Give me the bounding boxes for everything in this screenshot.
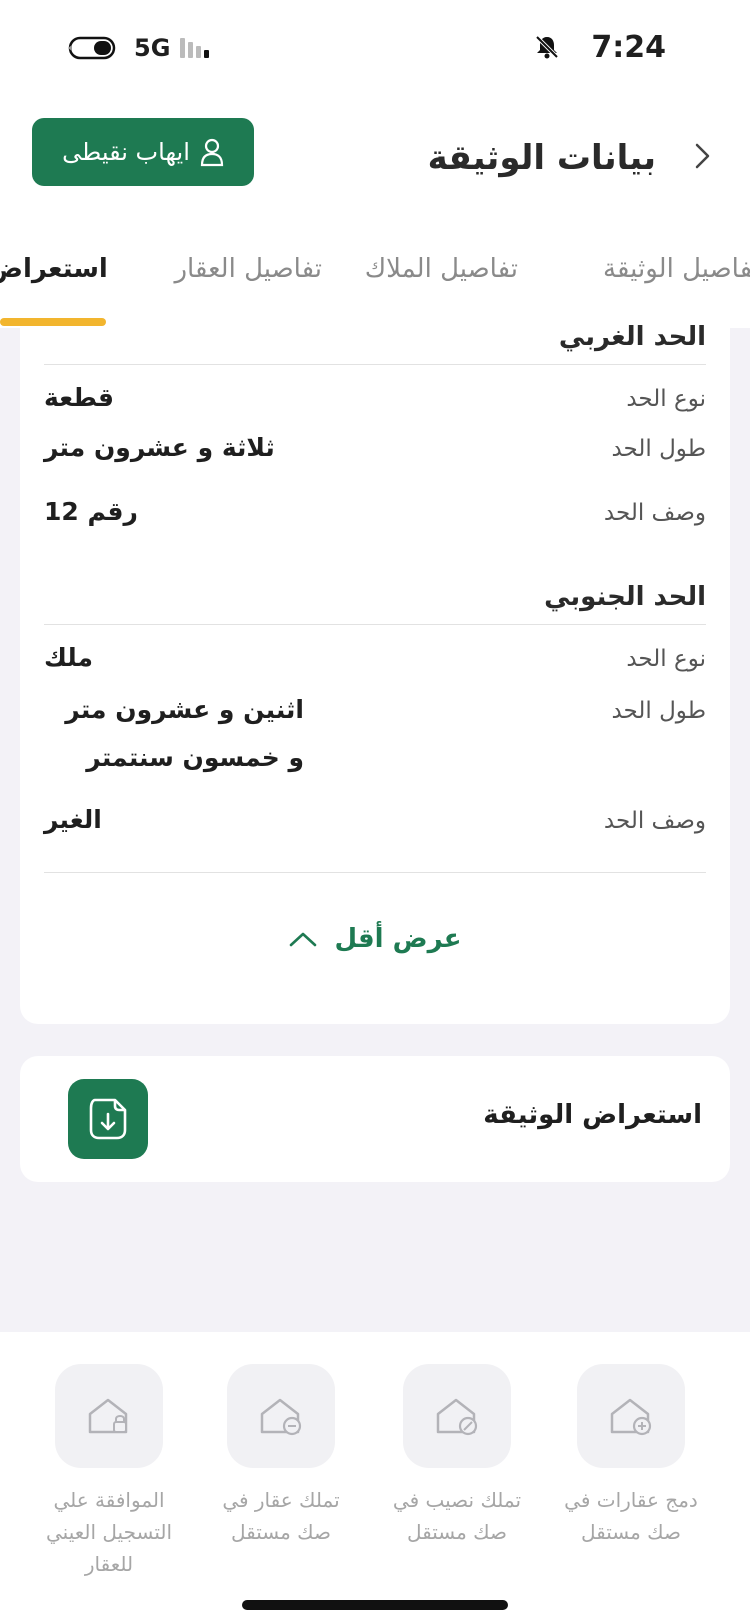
south-type-label: نوع الحد bbox=[626, 646, 706, 672]
house-lock-icon bbox=[55, 1364, 163, 1468]
south-length-label: طول الحد bbox=[611, 698, 706, 724]
show-less-button[interactable]: عرض أقل bbox=[20, 924, 730, 954]
tab-review[interactable]: استعراض bbox=[0, 254, 108, 284]
active-tab-indicator bbox=[0, 318, 106, 326]
action-register-label: الموافقة علي التسجيل العيني للعقار bbox=[45, 1488, 172, 1576]
south-length-value: اثنين و عشرون متر و خمسون سنتمتر bbox=[65, 695, 304, 772]
borders-card: الحد الغربي نوع الحد قطعة طول الحد ثلاثة… bbox=[20, 322, 730, 1024]
network-label: 5G bbox=[134, 34, 171, 62]
action-register-approval[interactable]: الموافقة علي التسجيل العيني للعقار bbox=[24, 1364, 194, 1580]
file-download-icon bbox=[89, 1098, 127, 1140]
battery-icon bbox=[68, 36, 116, 60]
divider bbox=[44, 364, 706, 365]
user-icon bbox=[200, 138, 223, 167]
divider bbox=[44, 872, 706, 873]
tab-property-details[interactable]: تفاصيل العقار bbox=[174, 254, 322, 284]
action-own-share-label: تملك نصيب في صك مستقل bbox=[392, 1488, 522, 1544]
status-time: 7:24 bbox=[591, 30, 666, 65]
action-own-share[interactable]: تملك نصيب في صك مستقل bbox=[372, 1364, 542, 1548]
house-minus-icon bbox=[227, 1364, 335, 1468]
show-less-label: عرض أقل bbox=[334, 924, 462, 954]
house-plus-icon bbox=[577, 1364, 685, 1468]
status-bar: 5G 7:24 bbox=[0, 0, 750, 100]
tab-bar: تفاصيل الوثيقة تفاصيل الملاك تفاصيل العق… bbox=[0, 210, 750, 328]
house-percent-icon bbox=[403, 1364, 511, 1468]
south-border-title: الحد الجنوبي bbox=[544, 582, 706, 612]
tab-owners-details[interactable]: تفاصيل الملاك bbox=[365, 254, 518, 284]
signal-icon bbox=[180, 38, 209, 58]
west-length-label: طول الحد bbox=[611, 436, 706, 462]
action-own-property[interactable]: تملك عقار في صك مستقل bbox=[196, 1364, 366, 1548]
user-profile-button[interactable]: ايهاب نقيطى bbox=[32, 118, 254, 186]
west-type-value: قطعة bbox=[44, 383, 114, 412]
chevron-up-icon bbox=[290, 932, 317, 947]
action-merge-label: دمج عقارات في صك مستقل bbox=[564, 1488, 698, 1544]
bell-muted-icon bbox=[535, 35, 559, 59]
view-document-label: استعراض الوثيقة bbox=[483, 1100, 702, 1130]
west-desc-value: رقم 12 bbox=[44, 497, 138, 526]
south-desc-label: وصف الحد bbox=[603, 808, 706, 834]
south-desc-value: الغير bbox=[44, 805, 102, 834]
divider bbox=[44, 624, 706, 625]
page-title: بيانات الوثيقة bbox=[427, 138, 656, 178]
west-desc-label: وصف الحد bbox=[603, 500, 706, 526]
view-document-card[interactable]: استعراض الوثيقة bbox=[20, 1056, 730, 1182]
bottom-actions-panel: دمج عقارات في صك مستقل تملك نصيب في صك م… bbox=[0, 1332, 750, 1624]
chevron-back-icon[interactable] bbox=[694, 142, 712, 170]
west-type-label: نوع الحد bbox=[626, 386, 706, 412]
user-name: ايهاب نقيطى bbox=[62, 138, 190, 166]
tab-document-details[interactable]: تفاصيل الوثيقة bbox=[603, 254, 750, 284]
action-merge-properties[interactable]: دمج عقارات في صك مستقل bbox=[546, 1364, 716, 1548]
west-length-value: ثلاثة و عشرون متر bbox=[44, 433, 275, 462]
download-document-button[interactable] bbox=[68, 1079, 148, 1159]
home-indicator bbox=[242, 1600, 508, 1610]
header: بيانات الوثيقة ايهاب نقيطى bbox=[0, 100, 750, 210]
action-own-property-label: تملك عقار في صك مستقل bbox=[222, 1488, 340, 1544]
west-border-title: الحد الغربي bbox=[558, 322, 706, 352]
south-type-value: ملك bbox=[44, 643, 93, 672]
